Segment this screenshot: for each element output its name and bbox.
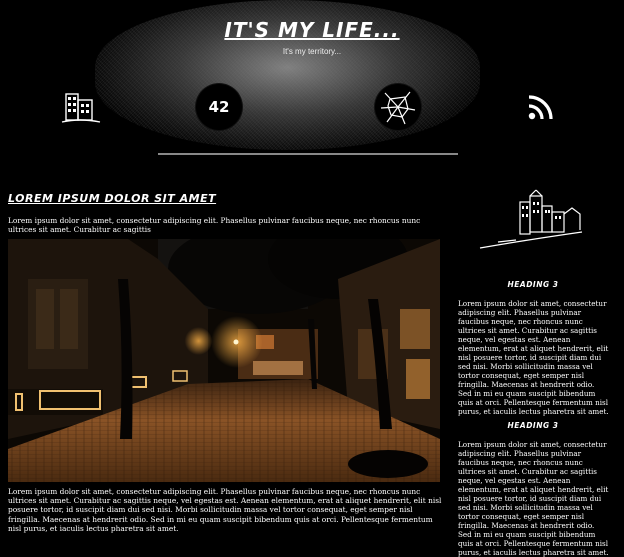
sidebar-text-2: Lorem ipsum dolor sit amet, consectetur … — [458, 440, 609, 557]
sidebar-heading-1: Heading 3 — [507, 280, 559, 289]
42-badge-label: 42 — [208, 98, 230, 116]
buildings-icon[interactable] — [58, 84, 104, 130]
sidebar-text-1: Lorem ipsum dolor sit amet, consectetur … — [458, 299, 609, 416]
main-body-paragraph: Lorem ipsum dolor sit amet, consectetur … — [8, 487, 442, 533]
intro-paragraph: Lorem ipsum dolor sit amet, consectetur … — [8, 216, 421, 234]
site-title[interactable]: It's my life... — [0, 18, 624, 42]
sidebar-heading-2: Heading 3 — [507, 421, 559, 430]
rss-icon[interactable] — [520, 84, 566, 130]
night-street-photo — [8, 239, 440, 482]
shattered-glass-icon[interactable] — [375, 84, 421, 130]
42-icon[interactable]: 42 — [196, 84, 242, 130]
site-header: It's my life... It's my territory... 42 — [0, 0, 624, 170]
city-sketch-icon — [476, 188, 586, 252]
header-divider — [158, 153, 458, 155]
site-tagline: It's my territory... — [282, 47, 342, 56]
main-heading[interactable]: Lorem ipsum dolor sit amet — [8, 192, 216, 205]
